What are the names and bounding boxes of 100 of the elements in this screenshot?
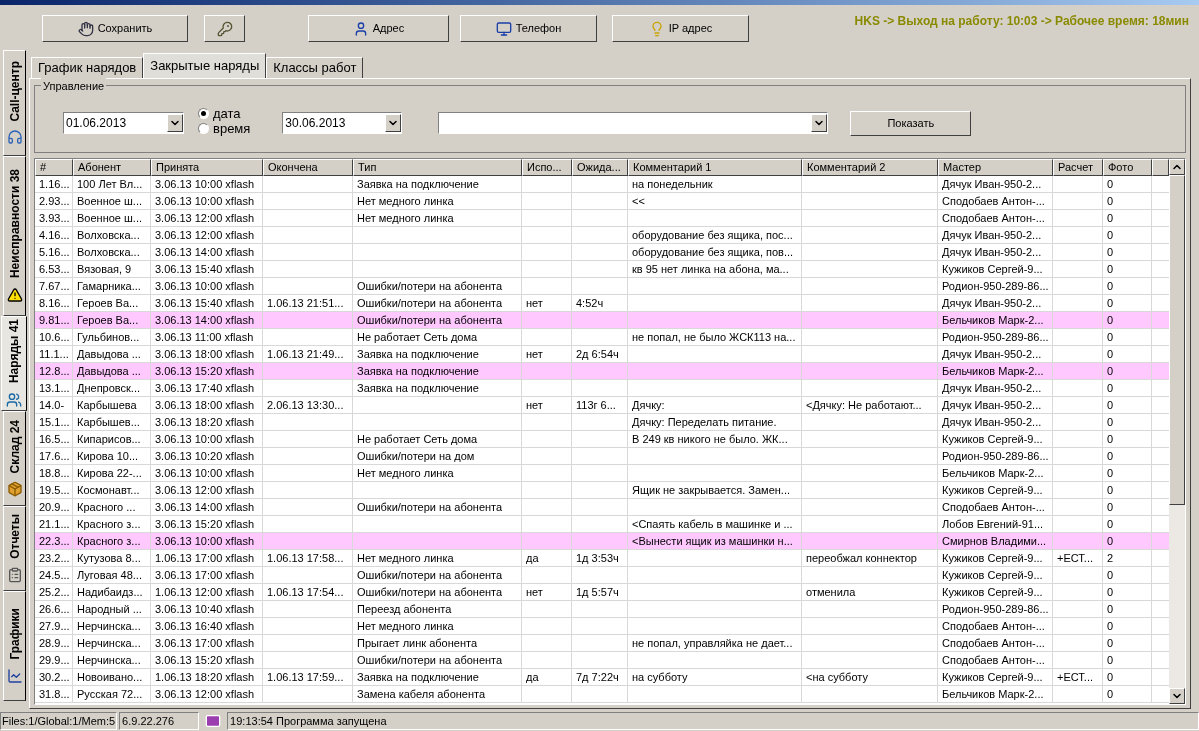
toolbar-button[interactable]: IP адрес <box>612 15 749 42</box>
table-row[interactable]: 17.6... Кирова 10... 3.06.13 10:20 xflash Ошибки/потери на дом Родион-950-289-86... 0 <box>35 448 1169 465</box>
scrollbar-thumb[interactable] <box>1169 175 1185 505</box>
tab[interactable]: Классы работ <box>266 57 364 78</box>
table-row[interactable]: 4.16... Волховска... 3.06.13 12:00 xflash оборудование без ящика, пос... Дячук Иван-950-2... 0 <box>35 227 1169 244</box>
table-cell: 0 <box>1107 297 1114 309</box>
table-cell: Дячук Иван-950-2... <box>942 382 1042 394</box>
table-cell: 5.16... <box>39 246 70 258</box>
tab[interactable]: Закрытые наряды <box>143 53 267 78</box>
column-header[interactable]: Абонент <box>73 159 151 176</box>
table-row[interactable]: 23.2... Кутузова 8... 1.06.13 17:00 xflash 1.06.13 17:58... Нет медного линка да 1д 3:53ч переобжал коннектор Кужиков Сергей-9... +ЕСТ... 2 <box>35 550 1169 567</box>
date-from-field[interactable]: 01.06.2013 <box>63 112 184 134</box>
table-cell: Надибаидз... <box>77 586 143 598</box>
column-header[interactable]: Комментарий 1 <box>628 159 802 176</box>
side-tab[interactable]: Отчеты <box>3 506 26 591</box>
table-row[interactable]: 16.5... Кипарисов... 3.06.13 10:00 xflash Не работает Сеть дома В 249 кв никого не было. ЖК... Кужиков Сергей-9... 0 <box>35 431 1169 448</box>
table-row[interactable]: 24.5... Луговая 48... 3.06.13 17:00 xflash Ошибки/потери на абонента Кужиков Сергей-9... 0 <box>35 567 1169 584</box>
table-row[interactable]: 27.9... Нерчинска... 3.06.13 16:40 xflash Нет медного линка Сподобаев Антон-... 0 <box>35 618 1169 635</box>
column-header[interactable]: Фото <box>1103 159 1152 176</box>
table-row[interactable]: 12.8... Давыдова ... 3.06.13 15:20 xflash Заявка на подключение Бельчиков Марк-2... 0 <box>35 363 1169 380</box>
table-row[interactable]: 25.2... Надибаидз... 1.06.13 12:00 xflash 1.06.13 17:54... Ошибки/потери на абонента нет 1д 5:57ч отменила Кужиков Сергей-9... 0 <box>35 584 1169 601</box>
toolbar-button[interactable]: Сохранить <box>42 15 188 42</box>
table-cell: переобжал коннектор <box>806 552 917 564</box>
table-row[interactable]: 28.9... Нерчинска... 3.06.13 17:00 xflash Прыгает линк абонента не попал, управляйка не дает... Сподобаев Антон-... 0 <box>35 635 1169 652</box>
radio-option[interactable]: время <box>198 121 251 136</box>
table-cell: 0 <box>1107 450 1114 462</box>
table-cell: 18.8... <box>39 467 70 479</box>
show-button[interactable]: Показать <box>850 110 972 136</box>
table-row[interactable]: 10.6... Гульбинов... 3.06.13 11:00 xflash Не работает Сеть дома не попал, не было ЖСК113 на... Родион-950-289-86... 0 <box>35 329 1169 346</box>
table-row[interactable]: 26.6... Народный ... 3.06.13 10:40 xflash Переезд абонента Родион-950-289-86... 0 <box>35 601 1169 618</box>
side-tab[interactable]: Неисправности 38 <box>3 156 26 316</box>
table-row[interactable]: 8.16... Героев Ва... 3.06.13 15:40 xflash 1.06.13 21:51... Ошибки/потери на абонента нет 4:52ч Дячук Иван-950-2... 0 <box>35 295 1169 312</box>
table-cell: 9.81... <box>39 314 70 326</box>
table-row[interactable]: 6.53... Вязовая, 9 3.06.13 15:40 xflash кв 95 нет линка на абона, ма... Кужиков Сергей-9... 0 <box>35 261 1169 278</box>
table-row[interactable]: 2.93... Военное ш... 3.06.13 10:00 xflash Нет медного линка << Сподобаев Антон-... 0 <box>35 193 1169 210</box>
table-cell: нет <box>526 297 543 309</box>
column-header[interactable]: Ожида... <box>572 159 628 176</box>
side-tab[interactable]: Call-центр <box>3 50 26 156</box>
column-header[interactable]: Тип <box>353 159 522 176</box>
table-row[interactable]: 21.1... Красного з... 3.06.13 15:20 xflash <Спаять кабель в машинке и ... Лобов Евгений-91... 0 <box>35 516 1169 533</box>
table-cell: 24.5... <box>39 569 70 581</box>
toolbar-button[interactable]: Телефон <box>460 15 597 42</box>
column-header[interactable]: Комментарий 2 <box>802 159 938 176</box>
table-cell: 0 <box>1107 348 1114 360</box>
table-cell: Дячук Иван-950-2... <box>942 178 1042 190</box>
side-tab[interactable]: Графики <box>3 591 26 701</box>
table-row[interactable]: 13.1... Днепровск... 3.06.13 17:40 xflash Заявка на подключение Дячук Иван-950-2... 0 <box>35 380 1169 397</box>
tab[interactable]: График нарядов <box>31 57 144 78</box>
table-row[interactable]: 19.5... Космонавт... 3.06.13 12:00 xflash Ящик не закрывается. Замен... Кужиков Сергей-9... 0 <box>35 482 1169 499</box>
side-tab[interactable]: Наряды 41 <box>1 316 27 411</box>
column-header[interactable]: Испо... <box>522 159 572 176</box>
column-header[interactable]: Расчет <box>1053 159 1103 176</box>
column-header[interactable]: Принята <box>151 159 263 176</box>
table-cell: Замена кабеля абонента <box>357 688 486 700</box>
table-row[interactable]: 9.81... Героев Ва... 3.06.13 14:00 xflash Ошибки/потери на абонента Бельчиков Марк-2... 0 <box>35 312 1169 329</box>
table-cell: 3.06.13 10:00 xflash <box>155 535 255 547</box>
table-row[interactable]: 31.8... Русская 72... 3.06.13 12:00 xflash Замена кабеля абонента Бельчиков Марк-2... 0 <box>35 686 1169 703</box>
table-cell: 2.06.13 13:30... <box>267 399 344 411</box>
table-cell: 21.1... <box>39 518 70 530</box>
table-cell: 3.06.13 15:40 xflash <box>155 263 255 275</box>
table-cell: 0 <box>1107 263 1114 275</box>
table-cell: 12.8... <box>39 365 70 377</box>
box-icon <box>6 481 23 498</box>
vertical-scrollbar[interactable] <box>1169 159 1185 704</box>
table-row[interactable]: 20.9... Красного ... 3.06.13 14:00 xflash Ошибки/потери на абонента Сподобаев Антон-... 0 <box>35 499 1169 516</box>
table-row[interactable]: 11.1... Давыдова ... 3.06.13 18:00 xflash 1.06.13 21:49... Заявка на подключение нет 2д 6:54ч Дячук Иван-950-2... 0 <box>35 346 1169 363</box>
table-row[interactable]: 7.67... Гамарника... 3.06.13 10:00 xflash Ошибки/потери на абонента Родион-950-289-86... 0 <box>35 278 1169 295</box>
table-cell: Волховска... <box>77 246 140 258</box>
filter-dropdown[interactable] <box>438 112 829 134</box>
warning-icon <box>6 286 23 303</box>
toolbar-button[interactable]: Адрес <box>308 15 449 42</box>
table-cell: 0 <box>1107 280 1114 292</box>
table-row[interactable]: 3.93... Военное ш... 3.06.13 12:00 xflash Нет медного линка Сподобаев Антон-... 0 <box>35 210 1169 227</box>
table-cell: Русская 72... <box>77 688 143 700</box>
table-row[interactable]: 14.0- Карбышева 3.06.13 18:00 xflash 2.06.13 13:30... нет 113г 6... Дячку: <Дячку: Не работают... Дячук Иван-950-2... 0 <box>35 397 1169 414</box>
toolbar-button[interactable] <box>204 15 245 42</box>
table-row[interactable]: 1.16... 100 Лет Вл... 3.06.13 10:00 xflash Заявка на подключение на понедельник Дячук Иван-950-2... 0 <box>35 176 1169 193</box>
table-cell: 1.06.13 12:00 xflash <box>155 586 255 598</box>
table-row[interactable]: 18.8... Кирова 22-... 3.06.13 10:00 xflash Нет медного линка Бельчиков Марк-2... 0 <box>35 465 1169 482</box>
table-row[interactable]: 5.16... Волховска... 3.06.13 14:00 xflash оборудование без ящика, пов... Дячук Иван-950-2... 0 <box>35 244 1169 261</box>
date-to-field[interactable]: 30.06.2013 <box>282 112 403 134</box>
column-header[interactable]: # <box>35 159 73 176</box>
table-cell: Кужиков Сергей-9... <box>942 263 1043 275</box>
table-cell: Нерчинска... <box>77 620 141 632</box>
chart-icon <box>6 667 23 684</box>
group-title: Управление <box>41 78 107 95</box>
table-row[interactable]: 30.2... Новоивано... 1.06.13 18:20 xflash 1.06.13 17:59... Заявка на подключение да 7д 7:22ч на субботу <на субботу Кужиков Сергей-9... +ЕСТ... 0 <box>35 669 1169 686</box>
column-header[interactable]: Окончена <box>263 159 353 176</box>
table-cell: 4:52ч <box>576 297 604 309</box>
column-header[interactable]: Мастер <box>938 159 1053 176</box>
table-row[interactable]: 29.9... Нерчинска... 3.06.13 15:20 xflash Ошибки/потери на абонента Сподобаев Антон-... 0 <box>35 652 1169 669</box>
side-tab[interactable]: Склад 24 <box>3 411 26 506</box>
table-cell: Нет медного линка <box>357 552 454 564</box>
table-cell: Давыдова ... <box>77 348 141 360</box>
table-cell: 6.53... <box>39 263 70 275</box>
table-row[interactable]: 22.3... Красного з... 3.06.13 10:00 xflash <Вынести ящик из машинки н... Смирнов Владими... 0 <box>35 533 1169 550</box>
table-cell: 10.6... <box>39 331 70 343</box>
table-row[interactable]: 15.1... Карбышев... 3.06.13 18:20 xflash Дячку: Переделать питание. Дячук Иван-950-2... 0 <box>35 414 1169 431</box>
table-cell: 3.06.13 10:40 xflash <box>155 603 255 615</box>
radio-option[interactable]: дата <box>198 106 251 121</box>
